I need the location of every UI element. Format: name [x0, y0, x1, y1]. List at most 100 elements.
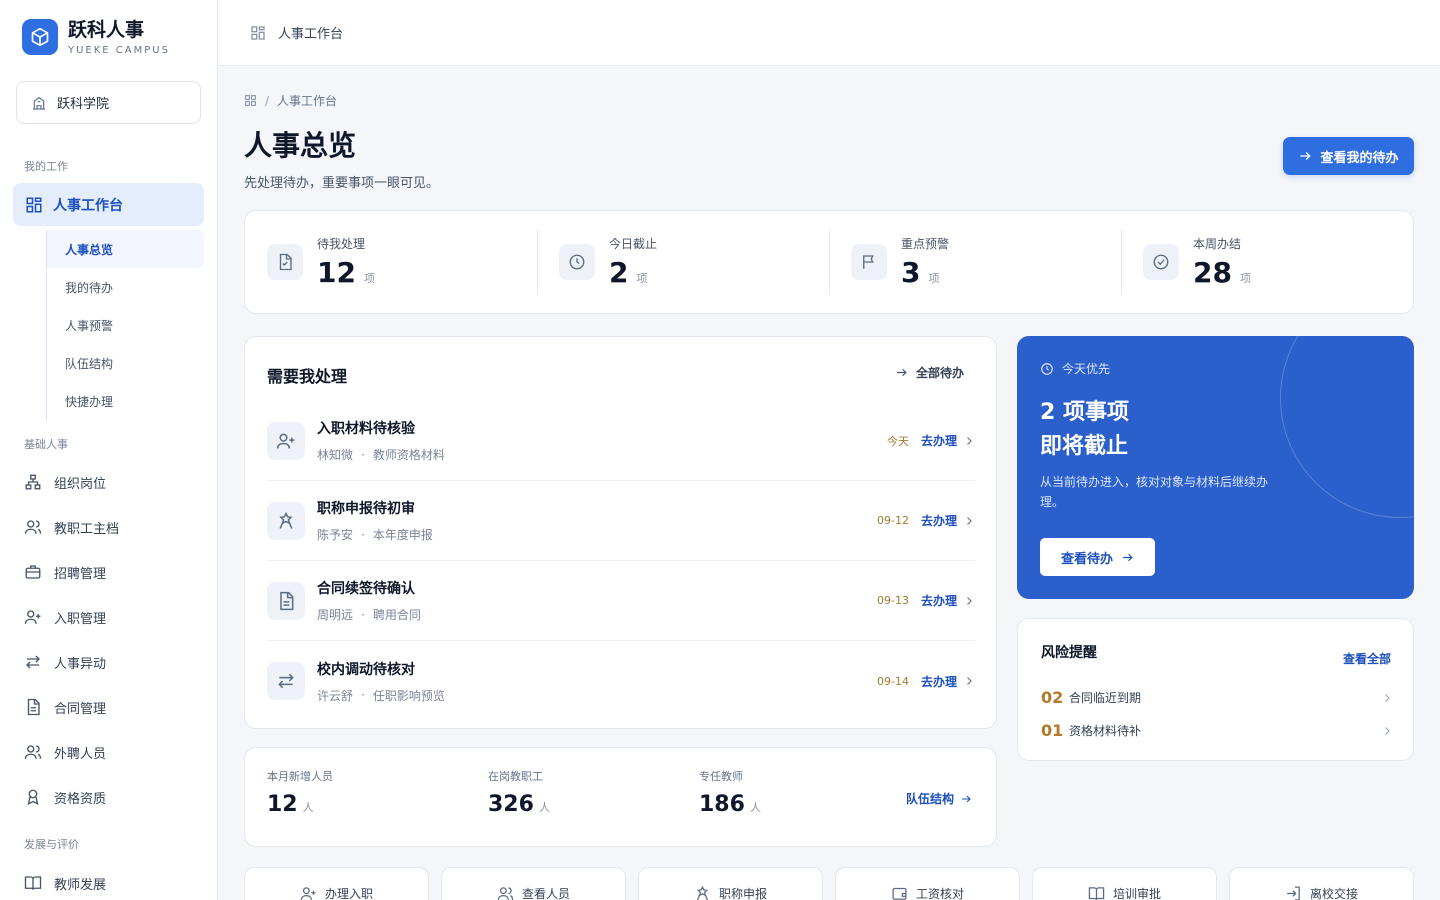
todo-person: 许云舒 [317, 688, 354, 703]
todo-detail: 聘用合同 [372, 608, 421, 622]
sidebar-item-hr-workbench[interactable]: 人事工作台 [13, 183, 204, 226]
subnav-item-my-todo[interactable]: 我的待办 [47, 268, 204, 306]
chevron-right-icon [967, 596, 972, 605]
sidebar-item-label: 外聘人员 [54, 746, 107, 762]
sidebar-item-onboarding[interactable]: 入职管理 [24, 602, 106, 632]
sidebar-item-label: 合同管理 [54, 701, 107, 717]
quick-action-salary-check[interactable]: 工资核对 [835, 867, 1020, 900]
stat-value: 28 [1193, 256, 1232, 289]
sidebar-item-label: 人事工作台 [53, 197, 123, 214]
stats-card: 待我处理 12 项 今日截止 2项 重点预警 3项 本周办结 28 项 [244, 210, 1414, 314]
todo-action-button[interactable]: 去办理 [921, 592, 975, 609]
sidebar-item-label: 教师发展 [54, 877, 107, 893]
sidebar-item-label: 招聘管理 [54, 566, 107, 582]
org-selector[interactable]: 跃科学院 [16, 81, 201, 124]
document-icon [27, 698, 40, 716]
todo-due: 今天 [886, 434, 909, 448]
quick-action-title-application[interactable]: 职称申报 [638, 867, 823, 900]
breadcrumb-separator: / [265, 93, 270, 108]
stat-completed-week[interactable]: 本周办结 28 项 [1121, 211, 1413, 313]
arrow-right-icon [897, 368, 907, 377]
subnav-item-team-structure[interactable]: 队伍结构 [47, 344, 204, 382]
brand[interactable]: 跃科人事 YUEKE CAMPUS [22, 18, 170, 56]
transfer-icon [267, 662, 305, 700]
stat-label: 本周办结 [1193, 237, 1242, 251]
sidebar-item-transfer[interactable]: 人事异动 [24, 647, 106, 677]
sidebar-item-org[interactable]: 组织岗位 [24, 467, 106, 497]
flag-icon [851, 244, 887, 280]
todo-action-button[interactable]: 去办理 [921, 432, 975, 449]
clock-icon [559, 244, 595, 280]
breadcrumb-current[interactable]: 人事工作台 [277, 92, 337, 109]
kicker-label: 今天优先 [1062, 362, 1111, 376]
button-label: 查看我的待办 [1320, 150, 1399, 166]
risk-item[interactable]: 01 资格材料待补 [1041, 721, 1393, 740]
sidebar-item-label: 教职工主档 [54, 521, 120, 537]
quick-action-label: 职称申报 [718, 887, 767, 900]
org-chart-icon [25, 474, 41, 490]
sidebar: 跃科人事 YUEKE CAMPUS 跃科学院 我的工作 人事工作台 人事总览 我… [0, 0, 218, 900]
stat-value: 12 [317, 256, 356, 289]
stat-label: 待我处理 [317, 237, 366, 251]
nav-group-development: 发展与评价 [24, 838, 79, 851]
todo-item[interactable]: 入职材料待核验 林知微 · 教师资格材料 今天 去办理 [267, 401, 975, 481]
todo-action-button[interactable]: 去办理 [921, 512, 975, 529]
todo-action-button[interactable]: 去办理 [921, 673, 975, 690]
quick-action-view-staff[interactable]: 查看人员 [441, 867, 626, 900]
nav-group-basic: 基础人事 [24, 438, 68, 451]
sidebar-item-teacher-development[interactable]: 教师发展 [24, 868, 106, 898]
view-all-risks-link[interactable]: 查看全部 [1343, 650, 1391, 667]
subnav-item-alerts[interactable]: 人事预警 [47, 306, 204, 344]
topbar: 人事工作台 [218, 0, 1440, 66]
quick-action-onboard[interactable]: 办理入职 [244, 867, 429, 900]
quick-action-label: 离校交接 [1309, 887, 1358, 900]
stat-due-today[interactable]: 今日截止 2项 [537, 211, 829, 313]
risk-card: 风险提醒 查看全部 02 合同临近到期 01 资格材料待补 [1017, 618, 1414, 761]
todo-item[interactable]: 职称申报待初审 陈予安 · 本年度申报 09-12 去办理 [267, 481, 975, 561]
quick-action-label: 工资核对 [915, 887, 964, 900]
award-icon [267, 501, 305, 540]
todo-item[interactable]: 合同续签待确认 周明远 · 聘用合同 09-13 去办理 [267, 561, 975, 641]
sidebar-item-external-staff[interactable]: 外聘人员 [24, 737, 106, 767]
chevron-right-icon [1385, 726, 1390, 735]
subnav-item-overview[interactable]: 人事总览 [47, 230, 204, 268]
nav-group-work: 我的工作 [24, 160, 68, 173]
todo-item[interactable]: 校内调动待核对 许云舒 · 任职影响预览 09-14 去办理 [267, 641, 975, 721]
arrow-right-icon [1300, 152, 1312, 160]
risk-count: 02 [1041, 688, 1064, 707]
sidebar-item-qualifications[interactable]: 资格资质 [24, 782, 106, 812]
brand-subtitle: YUEKE CAMPUS [68, 45, 170, 56]
team-structure-link[interactable]: 队伍结构 [906, 790, 972, 807]
view-my-todo-button[interactable]: 查看我的待办 [1283, 137, 1414, 175]
user-plus-icon [267, 421, 305, 460]
briefcase-icon [25, 565, 41, 579]
quick-action-label: 查看人员 [521, 887, 570, 900]
todo-due: 09-12 [877, 514, 909, 527]
subnav-item-quick-actions[interactable]: 快捷办理 [47, 382, 204, 420]
todo-card: 需要我处理 全部待办 入职材料待核验 林知微 · 教师资格材料 今天 去办理 职称 [244, 336, 997, 729]
stat-key-alerts[interactable]: 重点预警 3项 [829, 211, 1121, 313]
stat-unit: 项 [1239, 272, 1251, 285]
team-stat-unit: 人 [538, 801, 550, 814]
stat-pending[interactable]: 待我处理 12 项 [245, 211, 537, 313]
team-stat-active-staff: 在岗教职工 326 人 [488, 768, 550, 817]
todo-name: 校内调动待核对 [317, 661, 415, 678]
quick-action-offboarding[interactable]: 离校交接 [1229, 867, 1414, 900]
team-stat-value: 12 [267, 792, 298, 817]
todo-name: 入职材料待核验 [317, 421, 415, 437]
stat-value: 3 [901, 256, 921, 289]
sidebar-item-recruitment[interactable]: 招聘管理 [24, 557, 106, 587]
arrow-right-icon [1123, 553, 1133, 561]
chevron-right-icon [967, 516, 972, 525]
risk-title: 风险提醒 [1041, 645, 1097, 661]
risk-item[interactable]: 02 合同临近到期 [1041, 688, 1393, 707]
all-todo-link[interactable]: 全部待办 [895, 364, 964, 381]
todo-title: 需要我处理 [267, 367, 348, 386]
file-check-icon [267, 244, 303, 280]
team-stat-label: 在岗教职工 [488, 770, 543, 783]
grid-icon[interactable] [244, 94, 257, 107]
sidebar-item-staff-records[interactable]: 教职工主档 [24, 512, 119, 542]
sidebar-item-contracts[interactable]: 合同管理 [24, 692, 106, 722]
quick-action-training-approval[interactable]: 培训审批 [1032, 867, 1217, 900]
view-todo-button[interactable]: 查看待办 [1040, 538, 1155, 576]
